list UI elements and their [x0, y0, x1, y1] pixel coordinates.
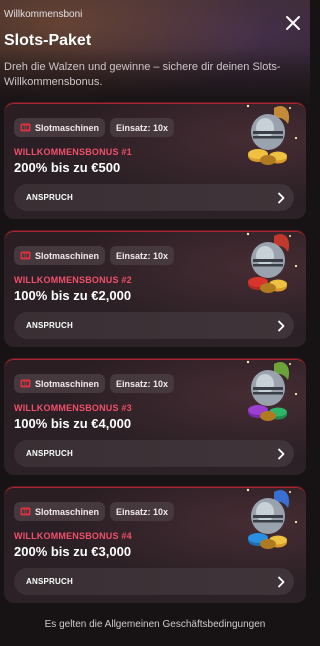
knight-helmet-illustration [238, 104, 302, 170]
slot-machine-icon [20, 379, 31, 388]
page-subtitle: Dreh die Walzen und gewinne – sichere di… [4, 61, 281, 88]
wager-tag: Einsatz: 10x [110, 374, 175, 393]
category-tag: Slotmaschinen [14, 246, 106, 265]
wager-tag: Einsatz: 10x [110, 502, 175, 521]
claim-button-label: ANSPRUCH [26, 449, 73, 458]
tag-row: Slotmaschinen Einsatz: 10x [14, 374, 175, 393]
bonus-label: WILLKOMMENSBONUS #3 [14, 403, 132, 413]
header: Willkommensboni Slots-Paket Dreh die Wal… [0, 0, 310, 96]
knight-helmet-illustration [238, 232, 302, 298]
claim-button-label: ANSPRUCH [26, 193, 73, 202]
wager-tag-label: Einsatz: 10x [116, 378, 169, 389]
bonus-offer: 100% bis zu €2,000 [14, 288, 132, 303]
claim-button-label: ANSPRUCH [26, 577, 73, 586]
claim-button[interactable]: ANSPRUCH [14, 440, 294, 467]
wager-tag-label: Einsatz: 10x [116, 506, 169, 517]
bonus-label: WILLKOMMENSBONUS #2 [14, 275, 132, 285]
knight-helmet-icon [246, 360, 298, 421]
category-tag-label: Slotmaschinen [35, 122, 100, 133]
knight-helmet-illustration [238, 360, 302, 426]
bonus-card: Slotmaschinen Einsatz: 10x WILLKOMMENSBO… [4, 231, 306, 347]
chevron-right-icon [278, 448, 285, 459]
wager-tag-label: Einsatz: 10x [116, 250, 169, 261]
chevron-right-icon [278, 576, 285, 587]
bonus-label: WILLKOMMENSBONUS #4 [14, 531, 132, 541]
tag-row: Slotmaschinen Einsatz: 10x [14, 246, 175, 265]
category-tag: Slotmaschinen [14, 502, 106, 521]
page-title: Slots-Paket [4, 32, 92, 49]
knight-helmet-icon [246, 232, 298, 293]
claim-button[interactable]: ANSPRUCH [14, 312, 294, 339]
tag-row: Slotmaschinen Einsatz: 10x [14, 118, 175, 137]
category-tag-label: Slotmaschinen [35, 378, 100, 389]
claim-button[interactable]: ANSPRUCH [14, 184, 294, 211]
bonus-card: Slotmaschinen Einsatz: 10x WILLKOMMENSBO… [4, 103, 306, 219]
chevron-right-icon [278, 192, 285, 203]
bonus-offer: 200% bis zu €3,000 [14, 544, 132, 559]
close-button[interactable] [284, 14, 302, 32]
wager-tag-label: Einsatz: 10x [116, 122, 169, 133]
category-tag: Slotmaschinen [14, 118, 106, 137]
eyebrow-label: Willkommensboni [4, 9, 83, 20]
category-tag-label: Slotmaschinen [35, 506, 100, 517]
close-icon [286, 16, 300, 30]
knight-helmet-illustration [238, 488, 302, 554]
wager-tag: Einsatz: 10x [110, 118, 175, 137]
bonus-offer: 100% bis zu €4,000 [14, 416, 132, 431]
knight-helmet-icon [246, 488, 298, 549]
knight-helmet-icon [246, 104, 298, 165]
bonus-card: Slotmaschinen Einsatz: 10x WILLKOMMENSBO… [4, 359, 306, 475]
category-tag-label: Slotmaschinen [35, 250, 100, 261]
wager-tag: Einsatz: 10x [110, 246, 175, 265]
terms-note[interactable]: Es gelten die Allgemeinen Geschäftsbedin… [0, 619, 310, 630]
category-tag: Slotmaschinen [14, 374, 106, 393]
slot-machine-icon [20, 507, 31, 516]
bonus-card: Slotmaschinen Einsatz: 10x WILLKOMMENSBO… [4, 487, 306, 603]
bonus-label: WILLKOMMENSBONUS #1 [14, 147, 132, 157]
tag-row: Slotmaschinen Einsatz: 10x [14, 502, 175, 521]
chevron-right-icon [278, 320, 285, 331]
bonus-offer: 200% bis zu €500 [14, 160, 121, 175]
claim-button[interactable]: ANSPRUCH [14, 568, 294, 595]
slot-machine-icon [20, 251, 31, 260]
slot-machine-icon [20, 123, 31, 132]
claim-button-label: ANSPRUCH [26, 321, 73, 330]
